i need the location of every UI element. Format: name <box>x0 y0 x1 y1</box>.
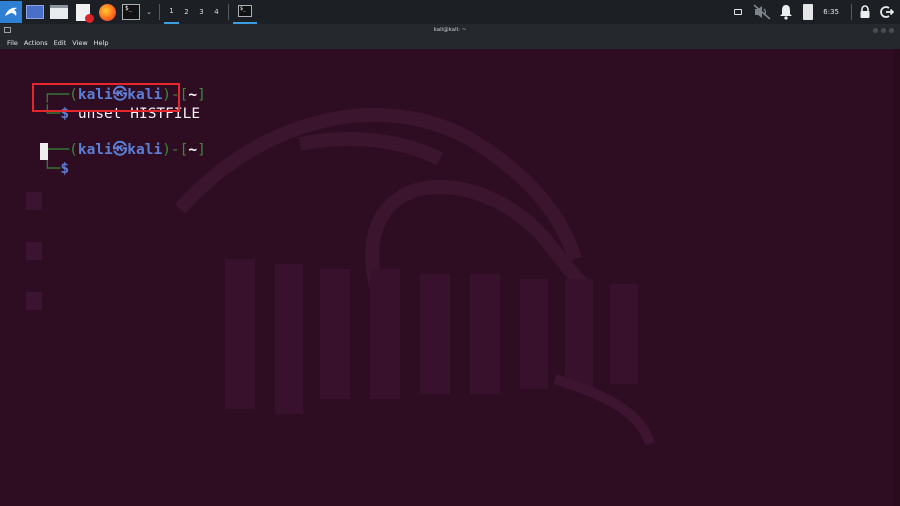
terminal-scrollbar[interactable] <box>893 49 900 506</box>
kali-menu-icon[interactable] <box>0 1 22 23</box>
logout-icon[interactable] <box>878 0 896 24</box>
workspace-4[interactable]: 4 <box>209 0 224 24</box>
chevron-down-icon[interactable]: ⌄ <box>144 1 154 23</box>
prompt-bracket: )-[ <box>162 142 189 158</box>
volume-muted-icon[interactable] <box>751 0 773 24</box>
firefox-icon[interactable] <box>96 1 118 23</box>
top-panel: $_ ⌄ 1 2 3 4 $_ 6:35 <box>0 0 900 24</box>
command-highlight-box <box>32 83 180 112</box>
menu-edit[interactable]: Edit <box>54 39 67 47</box>
screen-icon[interactable] <box>729 0 747 24</box>
terminal-area[interactable]: ┌──(kali㉿kali)-[~] └─$ unset HISTFILE ┌─… <box>0 49 893 506</box>
terminal-titlebar[interactable]: kali@kali: ~ <box>0 24 900 36</box>
kali-skull-icon: ㉿ <box>112 142 128 158</box>
taskbar-terminal-window[interactable]: $_ <box>233 0 257 24</box>
notification-bell-icon[interactable] <box>777 0 795 24</box>
panel-separator <box>851 4 852 20</box>
prompt-frame-bottom: └─ <box>42 161 61 177</box>
menu-help[interactable]: Help <box>94 39 109 47</box>
prompt-symbol: $ <box>60 161 70 177</box>
workspace-3[interactable]: 3 <box>194 0 209 24</box>
prompt-dir: ~ <box>188 142 198 158</box>
window-title: kali@kali: ~ <box>433 27 467 33</box>
clock[interactable]: 6:35 <box>823 8 839 16</box>
text-editor-icon[interactable] <box>72 1 94 23</box>
panel-separator <box>159 4 160 20</box>
menu-actions[interactable]: Actions <box>24 39 48 47</box>
prompt-bracket-close: ] <box>197 142 206 158</box>
lock-icon[interactable] <box>856 0 874 24</box>
menu-view[interactable]: View <box>72 39 87 47</box>
battery-icon[interactable] <box>799 0 817 24</box>
terminal-menubar: File Actions Edit View Help <box>0 36 900 49</box>
prompt-user: kali <box>77 142 113 158</box>
terminal-launcher-icon[interactable]: $_ <box>120 1 142 23</box>
prompt-host: kali <box>127 142 163 158</box>
command-line-2: └─$ <box>8 142 69 196</box>
workspace-2[interactable]: 2 <box>179 0 194 24</box>
workspace-1[interactable]: 1 <box>164 0 179 24</box>
menu-file[interactable]: File <box>7 39 18 47</box>
desktop-icon[interactable] <box>24 1 46 23</box>
terminal-cursor <box>40 143 48 160</box>
panel-separator <box>228 4 229 20</box>
file-manager-icon[interactable] <box>48 1 70 23</box>
terminal-window-icon: $_ <box>238 5 252 17</box>
